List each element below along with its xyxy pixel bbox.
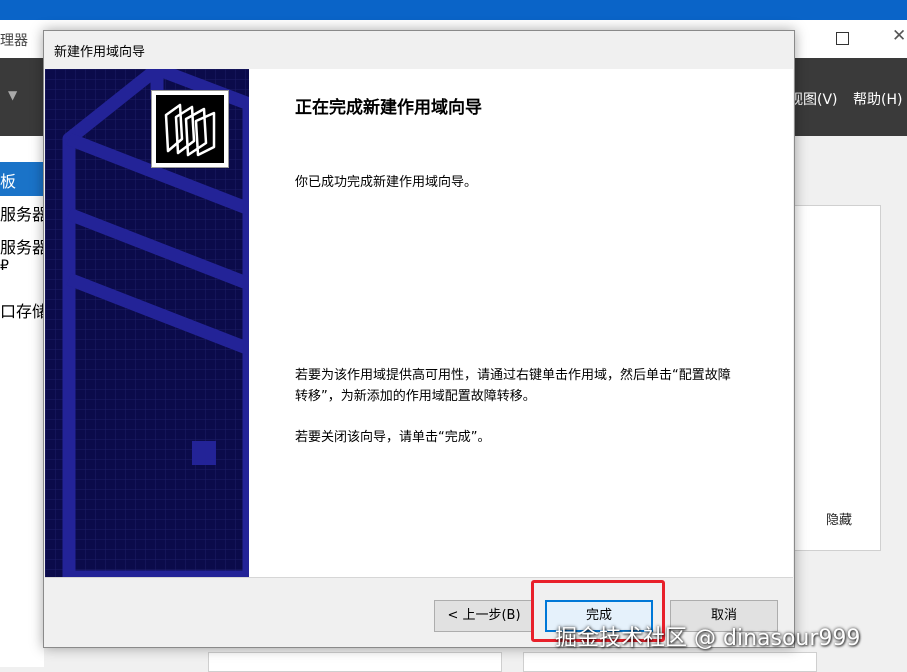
folders-icon <box>151 90 229 168</box>
nav-item-storage[interactable]: 口存储 <box>0 298 48 322</box>
nav-item-all-servers[interactable]: 服务器 <box>0 234 48 258</box>
dropdown-arrow-icon[interactable]: ▼ <box>8 88 17 102</box>
background-tile <box>208 652 502 672</box>
dialog-title: 新建作用域向导 <box>54 45 146 60</box>
failover-instructions: 若要为该作用域提供高可用性，请通过右键单击作用域，然后单击“配置故障转移”，为新… <box>295 368 731 404</box>
nav-item-dashboard[interactable]: 板 <box>0 168 16 192</box>
os-top-bar <box>0 0 907 20</box>
maximize-icon[interactable] <box>836 32 849 45</box>
nav-item-fragment: ₽ <box>0 258 9 274</box>
dialog-body: 正在完成新建作用域向导 你已成功完成新建作用域向导。 若要为该作用域提供高可用性… <box>45 69 793 577</box>
menu-help[interactable]: 帮助(H) <box>853 89 902 109</box>
wizard-banner <box>45 69 249 577</box>
wizard-heading: 正在完成新建作用域向导 <box>295 98 482 118</box>
menu-view[interactable]: 视图(V) <box>789 89 838 109</box>
background-content-panel <box>794 205 881 551</box>
watermark: 掘金技术社区 @ dinasour999 <box>555 626 861 651</box>
close-instructions: 若要关闭该向导，请单击“完成”。 <box>295 430 491 445</box>
new-scope-wizard-dialog: 新建作用域向导 正在完成新建作用域向导 你已成功完成新建作用域向导。 若要为该作… <box>43 30 795 648</box>
success-message: 你已成功完成新建作用域向导。 <box>295 175 478 190</box>
previous-button[interactable]: < 上一步(B) <box>434 600 534 632</box>
dialog-divider <box>45 577 793 578</box>
background-tile <box>523 652 817 672</box>
close-icon[interactable]: ✕ <box>892 26 906 46</box>
background-window-title: 理器 <box>0 33 28 49</box>
hide-link[interactable]: 隐藏 <box>826 509 852 528</box>
nav-item-local-server[interactable]: 服务器 <box>0 201 48 225</box>
